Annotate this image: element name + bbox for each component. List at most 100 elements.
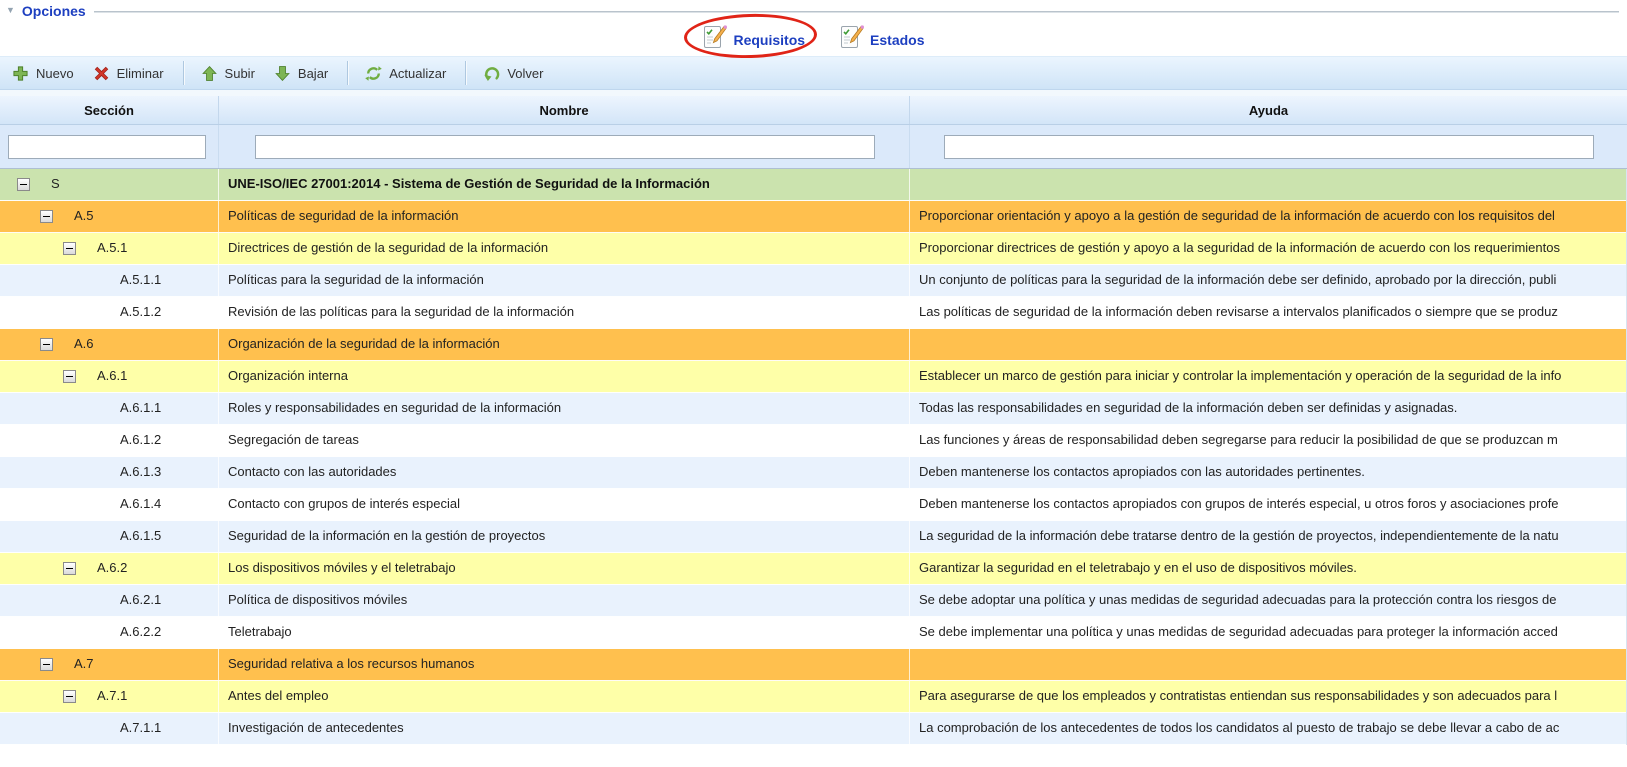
nombre-cell: Los dispositivos móviles y el teletrabaj…: [219, 553, 910, 584]
table-row[interactable]: A.7Seguridad relativa a los recursos hum…: [0, 649, 1626, 681]
seccion-label: A.5.1.1: [0, 265, 161, 295]
ayuda-cell: Deben mantenerse los contactos apropiado…: [910, 457, 1626, 488]
filter-cell-ayuda: [910, 125, 1627, 168]
nombre-cell: Directrices de gestión de la seguridad d…: [219, 233, 910, 264]
nombre-cell: Segregación de tareas: [219, 425, 910, 456]
table-row[interactable]: A.6.1.4Contacto con grupos de interés es…: [0, 489, 1626, 521]
requisitos-button[interactable]: Requisitos: [698, 23, 809, 51]
arrow-up-icon: [201, 65, 218, 82]
table-row[interactable]: A.5Políticas de seguridad de la informac…: [0, 201, 1626, 233]
collapse-triangle-icon[interactable]: ▼: [6, 6, 15, 15]
nombre-cell: Políticas para la seguridad de la inform…: [219, 265, 910, 296]
table-row[interactable]: A.5.1.2 Revisión de las políticas para la…: [0, 297, 1626, 329]
seccion-cell: A.7.1: [0, 681, 219, 712]
table-row[interactable]: A.6.1.1 Roles y responsabilidades en segu…: [0, 393, 1626, 425]
ayuda-cell: Se debe adoptar una política y unas medi…: [910, 585, 1626, 616]
seccion-cell: A.5: [0, 201, 219, 232]
table-row[interactable]: A.6.2.2TeletrabajoSe debe implementar un…: [0, 617, 1626, 649]
seccion-cell: A.6.2.2: [0, 617, 219, 648]
collapse-minus-icon[interactable]: [63, 370, 76, 383]
column-header-ayuda[interactable]: Ayuda: [910, 96, 1627, 124]
seccion-cell: A.6: [0, 329, 219, 360]
ayuda-cell: Las funciones y áreas de responsabilidad…: [910, 425, 1626, 456]
seccion-label: A.6.2.1: [0, 585, 161, 615]
ayuda-cell: Un conjunto de políticas para la segurid…: [910, 265, 1626, 296]
toolbar-button-label: Nuevo: [36, 66, 74, 81]
seccion-cell: A.5.1.2: [0, 297, 219, 328]
nombre-cell: Investigación de antecedentes: [219, 713, 910, 744]
seccion-cell: A.7.1.1: [0, 713, 219, 744]
grid-body: SUNE-ISO/IEC 27001:2014 - Sistema de Ges…: [0, 169, 1627, 745]
links-bar: Requisitos Estados: [0, 18, 1627, 56]
seccion-cell: A.5.1: [0, 233, 219, 264]
collapse-minus-icon[interactable]: [40, 658, 53, 671]
toolbar-separator: [183, 61, 185, 85]
ayuda-cell: Las políticas de seguridad de la informa…: [910, 297, 1626, 328]
ayuda-cell: Garantizar la seguridad en el teletrabaj…: [910, 553, 1626, 584]
seccion-label: A.6.1.5: [0, 521, 161, 551]
collapse-minus-icon[interactable]: [63, 690, 76, 703]
seccion-cell: A.6.2: [0, 553, 219, 584]
arrow-down-icon: [274, 65, 291, 82]
ayuda-cell: Establecer un marco de gestión para inic…: [910, 361, 1626, 392]
toolbar-button-subir[interactable]: Subir: [193, 61, 266, 86]
table-row[interactable]: A.6Organización de la seguridad de la in…: [0, 329, 1626, 361]
table-row[interactable]: A.7.1Antes del empleoPara asegurarse de …: [0, 681, 1626, 713]
ayuda-cell: Para asegurarse de que los empleados y c…: [910, 681, 1626, 712]
table-row[interactable]: A.6.1Organización internaEstablecer un m…: [0, 361, 1626, 393]
seccion-label: A.6.1.2: [0, 425, 161, 455]
collapse-minus-icon[interactable]: [63, 242, 76, 255]
toolbar-button-label: Volver: [507, 66, 543, 81]
seccion-filter-input[interactable]: [8, 135, 206, 159]
seccion-cell: A.7: [0, 649, 219, 680]
ayuda-cell: [910, 329, 1626, 360]
table-row[interactable]: A.6.1.5 Seguridad de la información en la…: [0, 521, 1626, 553]
nombre-cell: Organización de la seguridad de la infor…: [219, 329, 910, 360]
collapse-minus-icon[interactable]: [63, 562, 76, 575]
seccion-cell: A.6.1.3: [0, 457, 219, 488]
toolbar-button-label: Eliminar: [117, 66, 164, 81]
table-row[interactable]: A.7.1.1Investigación de antecedentesLa c…: [0, 713, 1626, 745]
column-header-nombre[interactable]: Nombre: [219, 96, 910, 124]
table-row[interactable]: A.6.2.1Política de dispositivos móvilesS…: [0, 585, 1626, 617]
ayuda-cell: La comprobación de los antecedentes de t…: [910, 713, 1626, 744]
seccion-cell: A.5.1.1: [0, 265, 219, 296]
edit-list-icon: [839, 24, 865, 50]
nombre-cell: Contacto con grupos de interés especial: [219, 489, 910, 520]
requisitos-label: Requisitos: [733, 32, 805, 48]
nombre-cell: Seguridad de la información en la gestió…: [219, 521, 910, 552]
table-row[interactable]: A.6.1.2 Segregación de tareasLas funcione…: [0, 425, 1626, 457]
estados-button[interactable]: Estados: [835, 23, 928, 51]
ayuda-filter-input[interactable]: [944, 135, 1594, 159]
seccion-cell: S: [0, 169, 219, 200]
panel-title: Opciones: [22, 3, 86, 19]
seccion-label: A.6.1.1: [0, 393, 161, 423]
toolbar-button-eliminar[interactable]: Eliminar: [85, 61, 175, 86]
column-header-seccion[interactable]: Sección: [0, 96, 219, 124]
nombre-filter-input[interactable]: [255, 135, 875, 159]
toolbar-button-label: Bajar: [298, 66, 328, 81]
nombre-cell: Roles y responsabilidades en seguridad d…: [219, 393, 910, 424]
filter-cell-seccion: [0, 125, 219, 168]
seccion-label: A.5.1.2: [0, 297, 161, 327]
legend-divider: [94, 11, 1619, 13]
toolbar-button-actualizar[interactable]: Actualizar: [357, 61, 457, 86]
toolbar-button-volver[interactable]: Volver: [475, 61, 554, 86]
seccion-cell: A.6.1.1: [0, 393, 219, 424]
collapse-minus-icon[interactable]: [40, 338, 53, 351]
table-row[interactable]: SUNE-ISO/IEC 27001:2014 - Sistema de Ges…: [0, 169, 1626, 201]
nombre-cell: Revisión de las políticas para la seguri…: [219, 297, 910, 328]
table-row[interactable]: A.5.1Directrices de gestión de la seguri…: [0, 233, 1626, 265]
table-row[interactable]: A.6.2Los dispositivos móviles y el telet…: [0, 553, 1626, 585]
collapse-minus-icon[interactable]: [17, 178, 30, 191]
table-row[interactable]: A.6.1.3Contacto con las autoridadesDeben…: [0, 457, 1626, 489]
edit-list-icon: [702, 24, 728, 50]
seccion-cell: A.6.2.1: [0, 585, 219, 616]
ayuda-cell: [910, 169, 1626, 200]
toolbar-button-bajar[interactable]: Bajar: [266, 61, 339, 86]
seccion-cell: A.6.1: [0, 361, 219, 392]
toolbar-button-nuevo[interactable]: Nuevo: [4, 61, 85, 86]
collapse-minus-icon[interactable]: [40, 210, 53, 223]
table-row[interactable]: A.5.1.1 Políticas para la seguridad de la…: [0, 265, 1626, 297]
nombre-cell: UNE-ISO/IEC 27001:2014 - Sistema de Gest…: [219, 169, 910, 200]
